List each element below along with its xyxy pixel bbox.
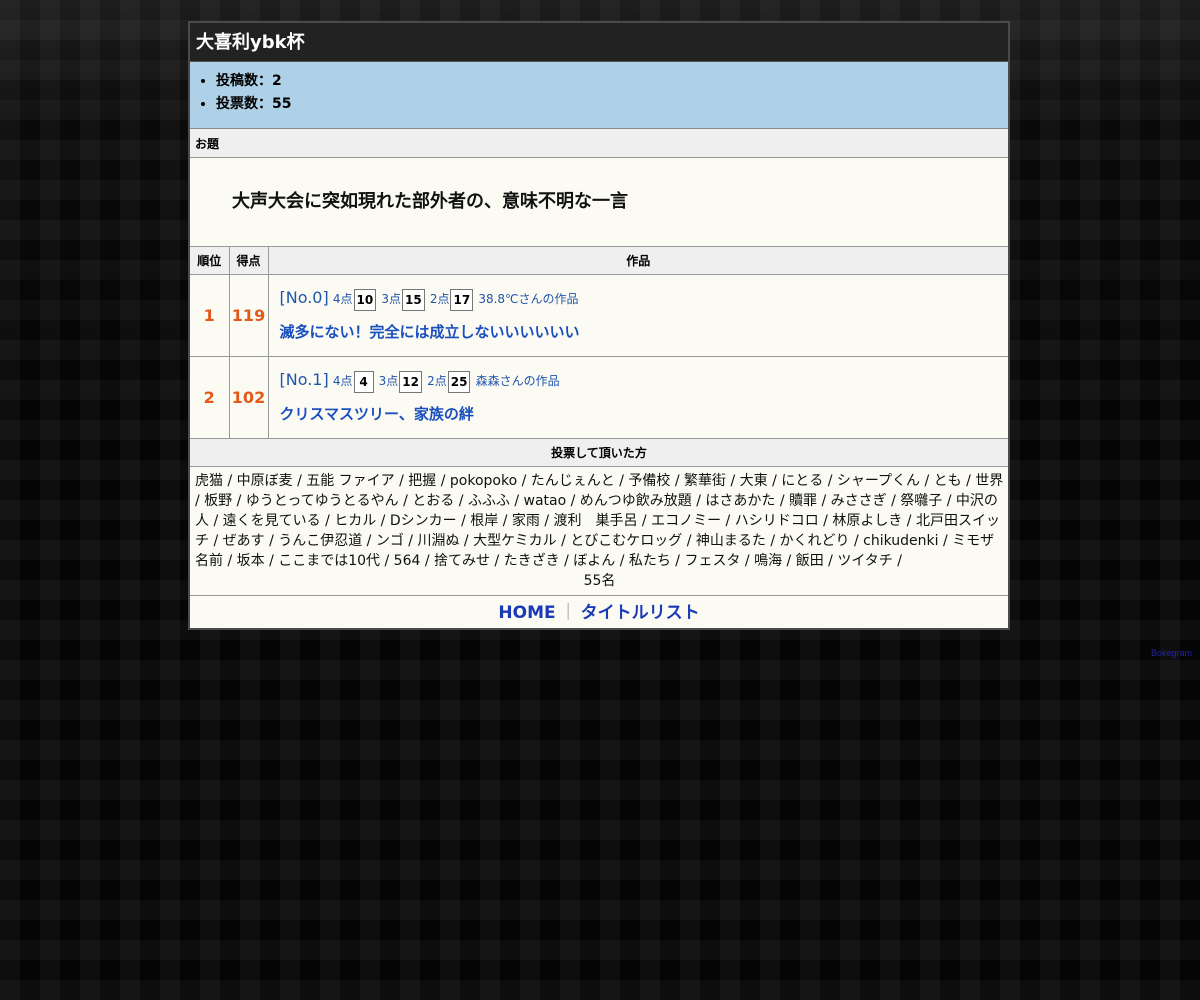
voters-section: 虎猫 / 中原ぼ麦 / 五能 ファイア / 把握 / pokopoko / たん… [190, 467, 1008, 596]
vote-count: 投票数：55 [216, 93, 1008, 116]
entry-cell: [No.0] 4点 10 3点 15 2点 17 38.8℃さんの作品 滅多にない！完… [267, 274, 1008, 357]
points-2-label: 2点 [427, 374, 447, 388]
stats-panel: 投稿数：2 投票数：55 [190, 62, 1008, 129]
table-row: 1 119 [No.0] 4点 10 3点 15 2点 17 38.8℃さんの作品 滅… [190, 274, 1008, 357]
entry-meta: [No.0] 4点 10 3点 15 2点 17 38.8℃さんの作品 [280, 285, 998, 313]
rank-cell: 2 [190, 356, 230, 439]
points-3-label: 3点 [378, 374, 399, 388]
points-4-count: 10 [353, 288, 377, 311]
points-4-label: 4点 [332, 374, 353, 388]
table-row: 2 102 [No.1] 4点 4 3点 12 2点 25 森森さんの作品 クリスマス… [190, 356, 1008, 439]
results-table: 順位 得点 作品 1 119 [No.0] 4点 10 3点 15 2点 17 38.… [190, 247, 1008, 439]
table-header-row: 順位 得点 作品 [190, 247, 1008, 275]
entry-cell: [No.1] 4点 4 3点 12 2点 25 森森さんの作品 クリスマスツリー、家族… [267, 356, 1008, 439]
points-4-label: 4点 [332, 292, 353, 306]
stats-list: 投稿数：2 投票数：55 [190, 70, 1008, 116]
odai-text: 大声大会に突如現れた部外者の、意味不明な一言 [190, 158, 1008, 247]
rank-cell: 1 [190, 274, 230, 357]
score-cell: 102 [228, 356, 269, 439]
score-header: 得点 [228, 247, 269, 275]
entry-text: クリスマスツリー、家族の絆 [279, 405, 474, 423]
voters-count: 55名 [583, 573, 616, 589]
entry-meta: [No.1] 4点 4 3点 12 2点 25 森森さんの作品 [280, 367, 998, 395]
entry-number: [No.0] [279, 288, 329, 307]
points-3-count: 15 [402, 288, 425, 311]
points-2-count: 17 [450, 288, 474, 311]
footer-nav: HOME ｜タイトルリスト [190, 596, 1008, 628]
entry-author: 森森さんの作品 [475, 374, 560, 388]
points-4-count: 4 [353, 370, 374, 393]
voters-list: 虎猫 / 中原ぼ麦 / 五能 ファイア / 把握 / pokopoko / たん… [195, 473, 1004, 569]
odai-label: お題 [190, 129, 1008, 158]
points-3-label: 3点 [381, 292, 401, 306]
entry-author: 38.8℃さんの作品 [478, 292, 579, 306]
post-count: 投稿数：2 [216, 70, 1008, 93]
points-2-count: 25 [447, 370, 471, 393]
entry-text: 滅多にない！完全には成立しないいいいいい [279, 323, 580, 341]
score-cell: 119 [228, 274, 269, 357]
points-3-count: 12 [399, 370, 422, 393]
nav-separator: ｜ [559, 603, 577, 623]
credit-link[interactable]: Bokegram [1151, 648, 1192, 658]
work-header: 作品 [267, 247, 1008, 275]
points-2-label: 2点 [429, 292, 450, 306]
page-title: 大喜利ybk杯 [190, 23, 1008, 62]
main-panel: 大喜利ybk杯 投稿数：2 投票数：55 お題 大声大会に突如現れた部外者の、意… [188, 21, 1010, 630]
rank-header: 順位 [190, 247, 230, 275]
home-link[interactable]: HOME [498, 603, 555, 623]
entry-number: [No.1] [279, 370, 329, 389]
voters-label: 投票して頂いた方 [190, 439, 1008, 467]
title-list-link[interactable]: タイトルリスト [581, 603, 700, 623]
